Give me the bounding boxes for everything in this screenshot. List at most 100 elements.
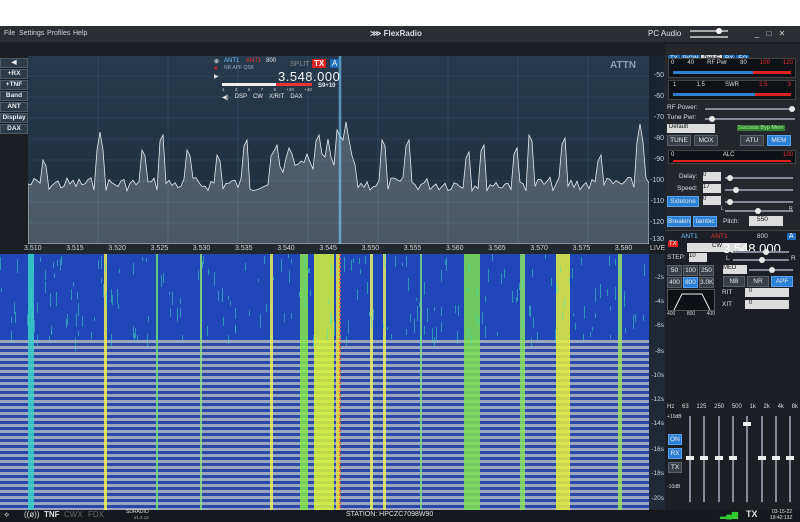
station-name: STATION: HPCZC7098W90 [346, 511, 434, 518]
rx-ant2: ANT1 [711, 233, 728, 240]
add-tnf-button[interactable]: +TNF [0, 80, 28, 90]
delay-slider[interactable] [725, 175, 793, 181]
rf-power-slider[interactable] [705, 106, 795, 112]
eq-slider[interactable] [743, 416, 752, 502]
pitch-input[interactable]: 550 [749, 216, 783, 226]
eq-slider[interactable] [714, 416, 723, 502]
pc-audio-label: PC Audio [648, 29, 682, 38]
maximize-icon[interactable]: □ [764, 28, 774, 39]
nr-button[interactable]: NR [747, 276, 769, 287]
eq-slider[interactable] [786, 416, 795, 502]
pitch-label: Pitch: [723, 218, 740, 225]
profile-dropdown[interactable]: Default [667, 124, 715, 133]
agc-slider[interactable] [749, 267, 793, 273]
frequency-scale[interactable]: 3.510 3.515 3.520 3.525 3.530 3.535 3.540 3.545… [24, 244, 649, 254]
filter-3k[interactable]: 3.0K [699, 277, 714, 288]
eq-tx-button[interactable]: TX [668, 462, 682, 473]
slice-tab-cw[interactable]: CW [253, 94, 263, 101]
rx-volume-slider[interactable] [733, 249, 789, 255]
eq-band-label: 250 [714, 404, 725, 410]
speed-input[interactable]: 17 [703, 184, 721, 193]
menu-file[interactable]: File [4, 26, 15, 42]
smartsdr-window: File Settings Profiles Help ⋙ FlexRadio … [0, 26, 800, 522]
eq-band-label: Hz [667, 404, 675, 410]
slice-tab-dax[interactable]: DAX [290, 94, 302, 101]
split-button[interactable]: SPLIT [290, 61, 309, 68]
eq-on-button[interactable]: ON [668, 434, 682, 445]
eq-slider[interactable] [771, 416, 780, 502]
atu-status: Success Byp Mem [737, 125, 785, 131]
filter-100[interactable]: 100 [683, 265, 698, 276]
eq-band-label: 8k [791, 404, 798, 410]
tune-power-label: Tune Pwr: [667, 114, 697, 121]
step-input[interactable]: 10 [689, 253, 707, 262]
tune-power-slider[interactable] [705, 116, 795, 122]
headphone-slider[interactable] [690, 36, 728, 38]
slice-ant1: ANT1 [224, 58, 240, 64]
tune-button[interactable]: TUNE [667, 135, 691, 146]
menu-profiles[interactable]: Profiles [47, 26, 70, 42]
add-rx-button[interactable]: +RX [0, 69, 28, 79]
freq-tick: 3.515 [66, 245, 84, 252]
tnf-toggle[interactable]: TNF [44, 510, 60, 519]
nb-button[interactable]: NB [723, 276, 745, 287]
breakin-button[interactable]: Breakin [667, 216, 691, 227]
close-icon[interactable]: ✕ [777, 28, 787, 39]
s-meter-bar [222, 83, 312, 86]
collapse-arrow-icon[interactable]: ◀ [0, 58, 28, 68]
iambic-button[interactable]: Iambic [693, 216, 717, 227]
agc-dropdown[interactable]: MED [723, 265, 747, 274]
rf-power-label: RF Power: [667, 104, 698, 111]
db-axis: -50 -60 -70 -80 -90 -100 -110 -120 -130 [649, 56, 665, 244]
panadapter[interactable]: ATTN ⊗ ANT1 ANT1 800 NR APF QSK SPLIT TX… [28, 56, 649, 244]
slice-tx-badge[interactable]: TX [312, 59, 327, 68]
slice-tab-xrit[interactable]: X/RIT [269, 94, 284, 101]
s-meter-value: S9+10 [318, 83, 336, 89]
cwx-toggle[interactable]: CWX [64, 510, 83, 519]
display-button[interactable]: Display [0, 113, 28, 123]
eq-slider[interactable] [728, 416, 737, 502]
filter-50[interactable]: 50 [667, 265, 682, 276]
dax-button[interactable]: DAX [0, 124, 28, 134]
attn-label: ATTN [610, 60, 636, 71]
sidetone-input[interactable]: 0 [703, 196, 721, 205]
equalizer-panel: Hz 63 125 250 500 1k 2k 4k 8k +10dB -10dB ON RX … [665, 402, 800, 510]
eq-slider[interactable] [700, 416, 709, 502]
eq-band-label: 1k [749, 404, 756, 410]
rf-power-meter: 0 40 RF Pwr 80 100 120 [668, 58, 796, 78]
freq-tick: 3.540 [277, 245, 295, 252]
ant-button[interactable]: ANT [0, 102, 28, 112]
menu-settings[interactable]: Settings [19, 26, 44, 42]
menu-bar: File Settings Profiles Help ⋙ FlexRadio … [0, 26, 800, 42]
eq-slider[interactable] [757, 416, 766, 502]
rit-input[interactable]: 0 [745, 288, 789, 297]
slice-tab-dsp[interactable]: DSP [235, 94, 247, 101]
eq-rx-button[interactable]: RX [668, 448, 682, 459]
menu-help[interactable]: Help [73, 26, 87, 42]
volume-slider[interactable] [690, 28, 728, 34]
slice-flag[interactable]: ⊗ ANT1 ANT1 800 NR APF QSK SPLIT TX A 3.… [214, 58, 364, 102]
mem-button[interactable]: MEM [767, 135, 791, 146]
delay-input[interactable]: 0 [703, 172, 721, 181]
eq-slider[interactable] [686, 416, 694, 502]
fdx-toggle[interactable]: FDX [88, 510, 104, 519]
filter-passband-display[interactable] [667, 289, 715, 311]
band-button[interactable]: Band [0, 91, 28, 101]
eq-band-label: 4k [777, 404, 784, 410]
freq-tick: 3.530 [192, 245, 211, 252]
minimize-icon[interactable]: _ [752, 28, 762, 39]
waterfall[interactable]: S B [0, 254, 649, 522]
rx-bw: 800 [757, 233, 768, 240]
sidetone-button[interactable]: Sidetone [667, 196, 699, 207]
apf-button[interactable]: APF [771, 276, 793, 287]
xit-input[interactable]: 0 [745, 300, 789, 309]
sidetone-slider[interactable] [725, 199, 793, 205]
atu-button[interactable]: ATU [740, 135, 764, 146]
rx-pan-slider[interactable] [733, 257, 789, 263]
filter-250[interactable]: 250 [699, 265, 714, 276]
filter-800[interactable]: 800 [683, 277, 698, 288]
filter-400[interactable]: 400 [667, 277, 682, 288]
speed-slider[interactable] [725, 187, 793, 193]
sidetone-pan-slider[interactable] [725, 208, 793, 214]
mox-button[interactable]: MOX [694, 135, 718, 146]
